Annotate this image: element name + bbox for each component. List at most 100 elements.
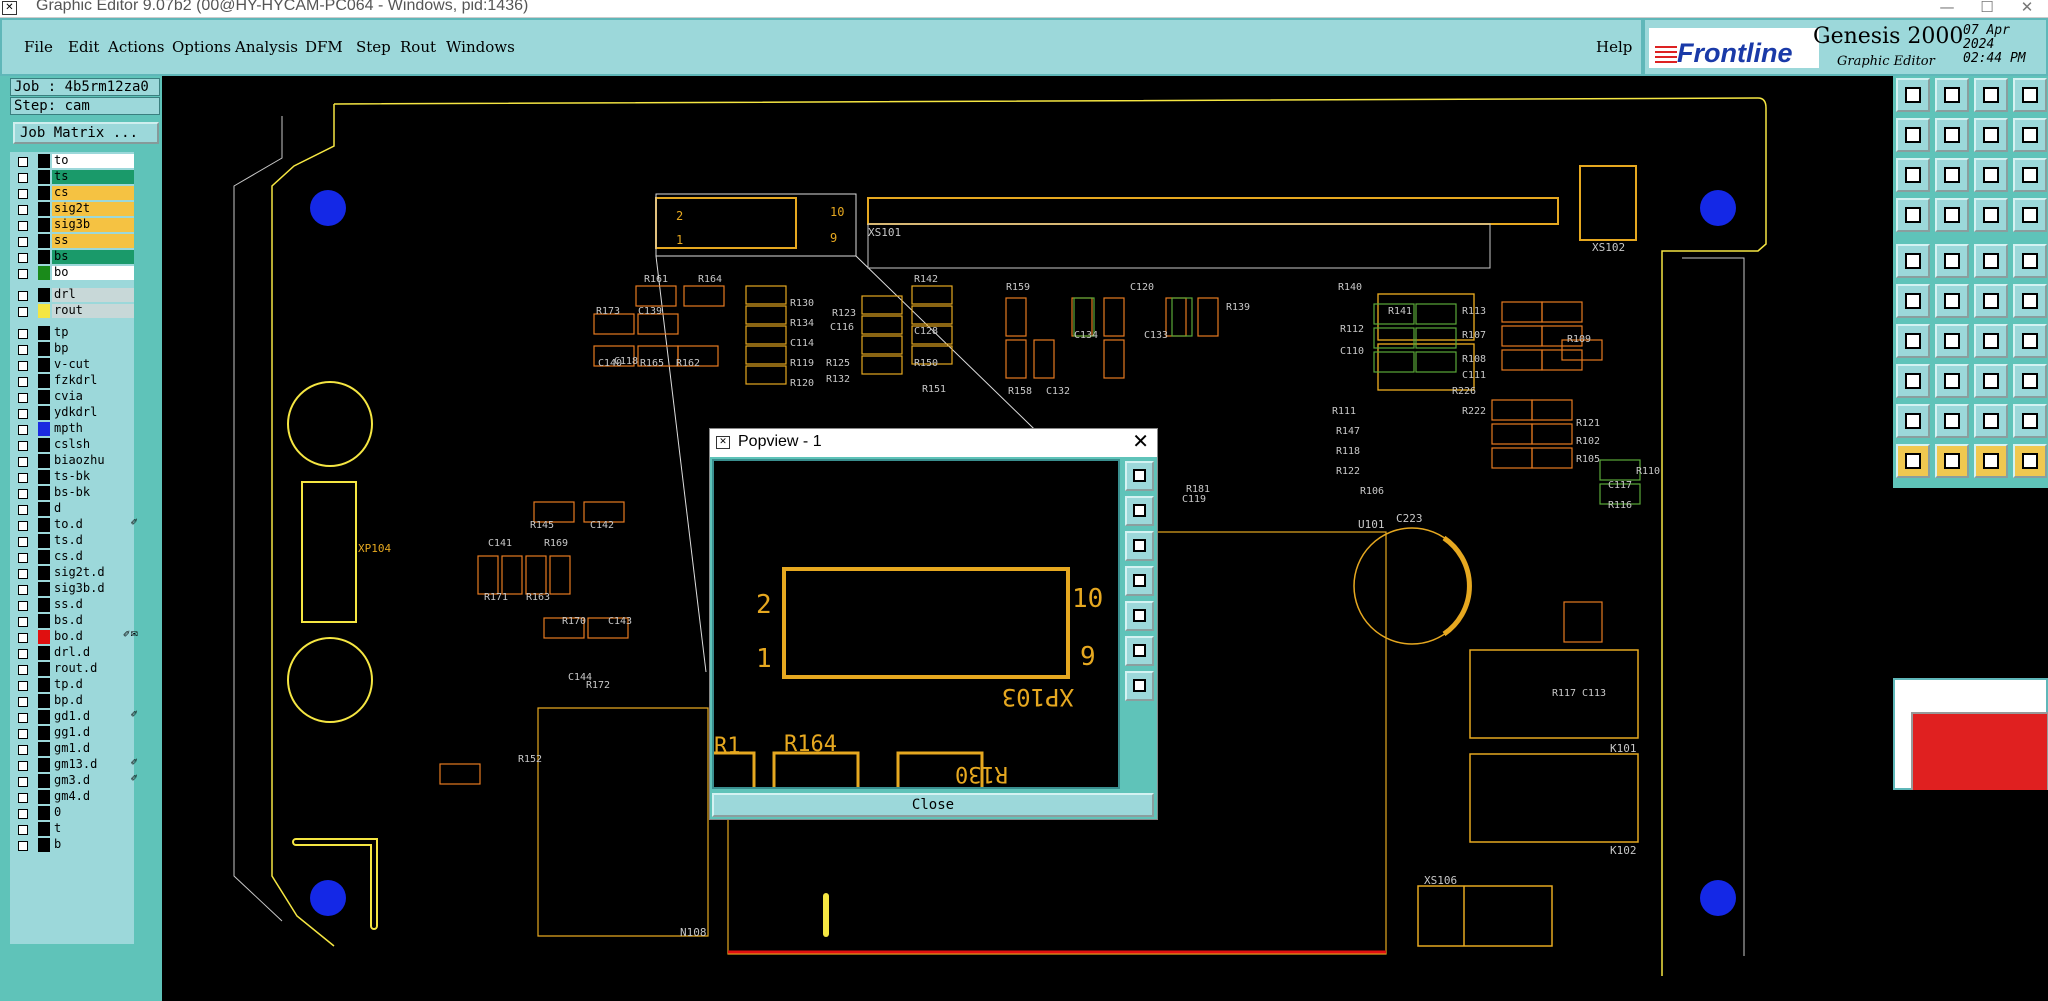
layer-row[interactable]: gd1.d ✐ <box>14 710 142 725</box>
tool-button[interactable] <box>1974 444 2008 478</box>
layer-row[interactable]: v-cut <box>14 358 142 373</box>
layer-row[interactable]: bs <box>14 250 142 265</box>
job-matrix-button[interactable]: Job Matrix ... <box>13 122 159 144</box>
tool-button[interactable] <box>2013 78 2047 112</box>
tool-button[interactable] <box>1935 364 1969 398</box>
minimize-button[interactable]: — <box>1932 0 1962 16</box>
layer-checkbox[interactable] <box>18 441 28 451</box>
layer-row[interactable]: bs.d <box>14 614 142 629</box>
layer-row[interactable]: gg1.d <box>14 726 142 741</box>
popview-pan-down-button[interactable] <box>1125 531 1154 561</box>
layer-checkbox[interactable] <box>18 361 28 371</box>
layer-row[interactable]: cs.d <box>14 550 142 565</box>
layer-checkbox[interactable] <box>18 521 28 531</box>
layer-row[interactable]: fzkdrl <box>14 374 142 389</box>
menu-file[interactable]: File <box>24 38 53 56</box>
popview-pan-right-button[interactable] <box>1125 601 1154 631</box>
layer-checkbox[interactable] <box>18 745 28 755</box>
menu-rout[interactable]: Rout <box>400 38 436 56</box>
layer-checkbox[interactable] <box>18 649 28 659</box>
layer-checkbox[interactable] <box>18 237 28 247</box>
layer-checkbox[interactable] <box>18 633 28 643</box>
layer-row[interactable]: ts-bk <box>14 470 142 485</box>
layer-checkbox[interactable] <box>18 269 28 279</box>
tool-button[interactable] <box>2013 198 2047 232</box>
layer-checkbox[interactable] <box>18 393 28 403</box>
board-thumbnail[interactable] <box>1893 678 2048 792</box>
tool-button[interactable] <box>1935 444 1969 478</box>
layer-row[interactable]: t <box>14 822 142 837</box>
layer-checkbox[interactable] <box>18 793 28 803</box>
layer-row[interactable]: bs-bk <box>14 486 142 501</box>
layer-row[interactable]: ts <box>14 170 142 185</box>
layer-row[interactable]: d <box>14 502 142 517</box>
tool-button[interactable] <box>1974 158 2008 192</box>
tool-button[interactable] <box>1974 404 2008 438</box>
layer-checkbox[interactable] <box>18 173 28 183</box>
layer-row[interactable]: ydkdrl <box>14 406 142 421</box>
layer-checkbox[interactable] <box>18 713 28 723</box>
layer-row[interactable]: gm1.d <box>14 742 142 757</box>
layer-checkbox[interactable] <box>18 617 28 627</box>
layer-row[interactable]: b <box>14 838 142 853</box>
popview-zoom-area[interactable]: 2 1 10 9 XP103 R1 R164 R130 <box>708 459 1120 791</box>
layer-checkbox[interactable] <box>18 537 28 547</box>
tool-button[interactable] <box>1896 324 1930 358</box>
tool-button[interactable] <box>1896 404 1930 438</box>
tool-button[interactable] <box>1896 78 1930 112</box>
popview-close-icon[interactable]: ✕ <box>1132 429 1149 453</box>
tool-button[interactable] <box>1935 284 1969 318</box>
layer-checkbox[interactable] <box>18 841 28 851</box>
tool-button[interactable] <box>1974 324 2008 358</box>
menu-dfm[interactable]: DFM <box>305 38 343 56</box>
maximize-button[interactable]: ☐ <box>1972 0 2002 16</box>
popview-zoom-fit-button[interactable] <box>1125 461 1154 491</box>
tool-button[interactable] <box>2013 158 2047 192</box>
tool-button[interactable] <box>2013 444 2047 478</box>
tool-button[interactable] <box>1935 158 1969 192</box>
tool-button[interactable] <box>1896 284 1930 318</box>
layer-checkbox[interactable] <box>18 291 28 301</box>
layer-checkbox[interactable] <box>18 307 28 317</box>
layer-checkbox[interactable] <box>18 329 28 339</box>
tool-button[interactable] <box>1896 364 1930 398</box>
layer-row[interactable]: bp.d <box>14 694 142 709</box>
popview-close-button[interactable]: Close <box>712 793 1154 817</box>
layer-checkbox[interactable] <box>18 505 28 515</box>
tool-button[interactable] <box>1896 444 1930 478</box>
tool-button[interactable] <box>2013 244 2047 278</box>
layer-row[interactable]: rout <box>14 304 142 319</box>
layer-row[interactable]: ss.d <box>14 598 142 613</box>
tool-button[interactable] <box>2013 404 2047 438</box>
layer-checkbox[interactable] <box>18 377 28 387</box>
layer-checkbox[interactable] <box>18 189 28 199</box>
popview-pan-up-button[interactable] <box>1125 496 1154 526</box>
layer-checkbox[interactable] <box>18 457 28 467</box>
layer-checkbox[interactable] <box>18 729 28 739</box>
layer-row[interactable]: bp <box>14 342 142 357</box>
layer-row[interactable]: rout.d <box>14 662 142 677</box>
layer-checkbox[interactable] <box>18 553 28 563</box>
layer-checkbox[interactable] <box>18 777 28 787</box>
layer-row[interactable]: sig3b.d <box>14 582 142 597</box>
layer-row[interactable]: drl <box>14 288 142 303</box>
tool-button[interactable] <box>1974 118 2008 152</box>
layer-row[interactable]: biaozhu <box>14 454 142 469</box>
layer-checkbox[interactable] <box>18 825 28 835</box>
layer-checkbox[interactable] <box>18 409 28 419</box>
layer-row[interactable]: bo.d ✐✉ <box>14 630 142 645</box>
layer-row[interactable]: gm3.d ✐ <box>14 774 142 789</box>
tool-button[interactable] <box>2013 364 2047 398</box>
layer-row[interactable]: drl.d <box>14 646 142 661</box>
layer-row[interactable]: ss <box>14 234 142 249</box>
menu-help[interactable]: Help <box>1596 38 1632 56</box>
close-window-button[interactable]: ✕ <box>2012 0 2042 16</box>
layer-checkbox[interactable] <box>18 681 28 691</box>
tool-button[interactable] <box>1974 244 2008 278</box>
tool-button[interactable] <box>1935 118 1969 152</box>
tool-button[interactable] <box>1974 198 2008 232</box>
menu-actions[interactable]: Actions <box>108 38 164 56</box>
layer-row[interactable]: tp <box>14 326 142 341</box>
layer-row[interactable]: sig2t <box>14 202 142 217</box>
layer-checkbox[interactable] <box>18 665 28 675</box>
